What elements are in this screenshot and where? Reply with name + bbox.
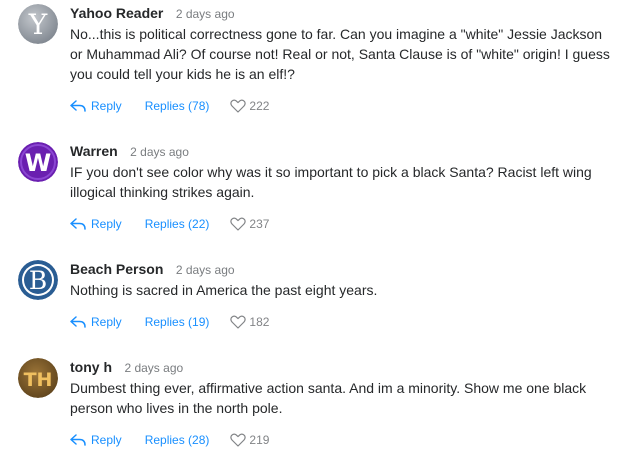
- avatar-th-image: TH: [18, 358, 58, 398]
- reply-arrow-icon: [70, 316, 86, 328]
- comment-time: 2 days ago: [175, 7, 235, 21]
- comment-text: Dumbest thing ever, affirmative action s…: [70, 380, 587, 416]
- reply-button[interactable]: Reply: [70, 97, 122, 115]
- comment-body: Yahoo Reader 2 days ago No...this is pol…: [70, 4, 610, 115]
- avatar[interactable]: Y: [18, 4, 58, 44]
- comment-header: Beach Person 2 days ago: [70, 260, 610, 278]
- reply-label: Reply: [91, 217, 122, 231]
- avatar-y-image: Y: [18, 4, 58, 44]
- comment-text: Nothing is sacred in America the past ei…: [70, 282, 378, 298]
- like-button[interactable]: 222: [230, 97, 269, 115]
- heart-outline-icon: [230, 315, 247, 329]
- author-name[interactable]: Warren: [70, 143, 118, 159]
- heart-outline-icon: [230, 217, 247, 231]
- comment-actions: Reply Replies (28) 219: [70, 431, 610, 449]
- replies-button[interactable]: Replies (19): [145, 313, 210, 331]
- avatar-letter: W: [25, 149, 51, 177]
- replies-button[interactable]: Replies (22): [145, 215, 210, 233]
- reply-arrow-icon: [70, 218, 86, 230]
- comment-header: tony h 2 days ago: [70, 358, 610, 376]
- comment-header: Warren 2 days ago: [70, 142, 610, 160]
- like-button[interactable]: 182: [230, 313, 269, 331]
- reply-label: Reply: [91, 99, 122, 113]
- comment-header: Yahoo Reader 2 days ago: [70, 4, 610, 22]
- reply-button[interactable]: Reply: [70, 215, 122, 233]
- avatar[interactable]: B: [18, 260, 58, 300]
- avatar[interactable]: W: [18, 142, 58, 182]
- reply-label: Reply: [91, 433, 122, 447]
- like-button[interactable]: 219: [230, 431, 269, 449]
- reply-button[interactable]: Reply: [70, 313, 122, 331]
- like-button[interactable]: 237: [230, 215, 269, 233]
- like-count: 237: [249, 217, 270, 231]
- reply-button[interactable]: Reply: [70, 431, 122, 449]
- comment-time: 2 days ago: [124, 361, 184, 375]
- replies-button[interactable]: Replies (78): [145, 97, 210, 115]
- comment-body: tony h 2 days ago Dumbest thing ever, af…: [70, 358, 610, 449]
- comment-body: Warren 2 days ago IF you don't see color…: [70, 142, 610, 233]
- author-name[interactable]: Beach Person: [70, 261, 163, 277]
- avatar-w-image: W: [18, 142, 58, 182]
- avatar[interactable]: TH: [18, 358, 58, 398]
- reply-arrow-icon: [70, 434, 86, 446]
- comment-time: 2 days ago: [175, 263, 235, 277]
- replies-button[interactable]: Replies (28): [145, 431, 210, 449]
- like-count: 219: [249, 433, 270, 447]
- reply-label: Reply: [91, 315, 122, 329]
- comment-actions: Reply Replies (19) 182: [70, 313, 610, 331]
- comment-body: Beach Person 2 days ago Nothing is sacre…: [70, 260, 610, 331]
- author-name[interactable]: Yahoo Reader: [70, 5, 163, 21]
- avatar-b-image: B: [18, 260, 58, 300]
- avatar-letter: Y: [28, 8, 48, 41]
- like-count: 182: [249, 315, 270, 329]
- heart-outline-icon: [230, 99, 247, 113]
- comment-text: No...this is political correctness gone …: [70, 26, 610, 82]
- comment-text: IF you don't see color why was it so imp…: [70, 164, 592, 200]
- comment-time: 2 days ago: [130, 145, 189, 159]
- avatar-letter: TH: [24, 369, 53, 391]
- avatar-letter: B: [29, 266, 47, 295]
- like-count: 222: [249, 99, 270, 113]
- author-name[interactable]: tony h: [70, 359, 112, 375]
- comment-actions: Reply Replies (78) 222: [70, 97, 610, 115]
- reply-arrow-icon: [70, 100, 86, 112]
- comment-actions: Reply Replies (22) 237: [70, 215, 610, 233]
